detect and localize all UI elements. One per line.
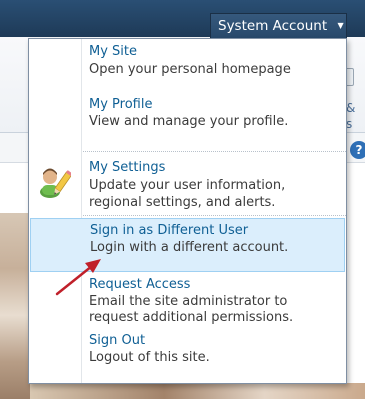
menu-separator [83, 151, 346, 152]
menu-item-sign-in-different-user[interactable]: Sign in as Different User Login with a d… [30, 218, 345, 272]
background-photo [0, 213, 30, 399]
ribbon-right-text: & s [346, 101, 356, 131]
menu-item-description: Logout of this site. [89, 350, 210, 365]
menu-item-my-settings[interactable]: My Settings Update your user information… [29, 155, 346, 213]
menu-separator [83, 215, 346, 216]
help-icon[interactable]: ? [350, 141, 365, 159]
user-pencil-icon [40, 168, 71, 198]
menu-item-description: regional settings, and alerts. [89, 195, 276, 210]
menu-item-title: Sign Out [89, 333, 146, 348]
account-name-label: System Account [218, 18, 328, 34]
background-photo-strip [30, 383, 365, 399]
menu-item-description: request additional permissions. [89, 310, 294, 325]
menu-item-title: Sign in as Different User [90, 223, 249, 238]
menu-item-description: Email the site administrator to [89, 294, 288, 309]
menu-item-title: Request Access [89, 277, 191, 292]
menu-item-my-site[interactable]: My Site Open your personal homepage [29, 41, 346, 87]
account-menu-button[interactable]: System Account ▼ [210, 13, 347, 39]
menu-item-title: My Profile [89, 97, 153, 112]
account-dropdown-menu: My Site Open your personal homepage My P… [28, 38, 347, 384]
menu-item-description: Update your user information, [89, 178, 286, 193]
chevron-down-icon: ▼ [337, 21, 344, 30]
menu-item-title: My Site [89, 44, 138, 59]
menu-item-title: My Settings [89, 160, 166, 175]
menu-item-request-access[interactable]: Request Access Email the site administra… [29, 275, 346, 329]
menu-item-description: Open your personal homepage [89, 62, 291, 77]
menu-item-sign-out[interactable]: Sign Out Logout of this site. [29, 331, 346, 371]
menu-item-description: Login with a different account. [90, 240, 289, 255]
menu-item-my-profile[interactable]: My Profile View and manage your profile. [29, 95, 346, 135]
menu-item-description: View and manage your profile. [89, 114, 289, 129]
